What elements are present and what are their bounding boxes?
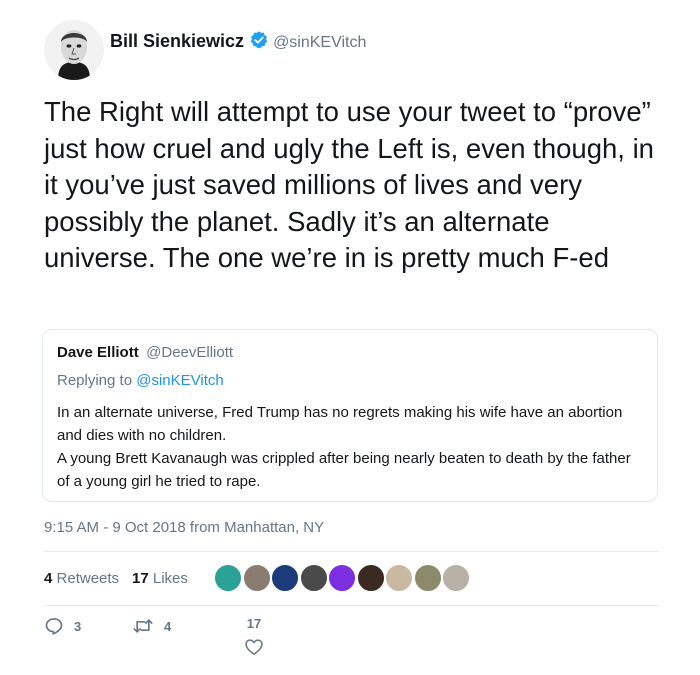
replying-to-mention[interactable]: @sinKEVitch — [136, 372, 224, 389]
likes-label: Likes — [152, 570, 188, 587]
divider — [44, 605, 658, 606]
quoted-display-name: Dave Elliott — [57, 344, 139, 361]
liker-avatar[interactable] — [328, 564, 356, 592]
quoted-handle: @DeevElliott — [146, 344, 234, 361]
heart-icon — [244, 637, 264, 657]
retweet-button[interactable]: 4 — [132, 616, 171, 636]
quoted-body-line: In an alternate universe, Fred Trump has… — [57, 404, 623, 444]
retweet-count: 4 — [164, 618, 172, 634]
like-count: 17 — [246, 616, 262, 631]
author-handle[interactable]: @sinKEVitch — [273, 34, 366, 51]
divider — [44, 551, 658, 552]
likes-count: 17 — [132, 570, 149, 587]
retweets-count: 4 — [44, 570, 53, 587]
author-names: Bill Sienkiewicz @sinKEVitch — [110, 30, 366, 55]
liker-avatar[interactable] — [214, 564, 242, 592]
tweet-text: The Right will attempt to use your tweet… — [44, 96, 654, 273]
liker-avatar[interactable] — [356, 564, 385, 592]
liker-avatar[interactable] — [299, 564, 328, 592]
likes-stat[interactable]: 17 Likes — [132, 570, 188, 587]
retweets-label: Retweets — [56, 570, 120, 587]
liker-avatar[interactable] — [385, 564, 413, 592]
like-button[interactable]: 17 — [244, 616, 264, 657]
liker-avatar[interactable] — [271, 564, 299, 592]
replying-to-prefix: Replying to — [57, 372, 137, 389]
quoted-body: In an alternate universe, Fred Trump has… — [57, 401, 643, 493]
quoted-tweet[interactable]: Dave Elliott @DeevElliott Replying to @s… — [42, 329, 658, 502]
tweet-timestamp[interactable]: 9:15 AM - 9 Oct 2018 from Manhattan, NY — [44, 519, 324, 536]
author-avatar[interactable] — [44, 20, 104, 80]
tweet-stats: 4 Retweets 17 Likes — [44, 563, 658, 595]
retweet-icon — [132, 616, 154, 636]
verified-badge-icon — [249, 30, 269, 55]
retweets-stat[interactable]: 4 Retweets — [44, 570, 119, 587]
author-portrait-icon — [44, 20, 104, 80]
author-display-name[interactable]: Bill Sienkiewicz — [110, 31, 244, 51]
liker-avatar[interactable] — [242, 564, 271, 592]
liker-avatar[interactable] — [413, 564, 442, 592]
reply-count: 3 — [74, 618, 82, 634]
quoted-author: Dave Elliott @DeevElliott — [57, 344, 643, 362]
quoted-body-line: A young Brett Kavanaugh was crippled aft… — [57, 450, 631, 490]
tweet-actions: 3 4 17 — [44, 616, 658, 672]
reply-icon — [44, 616, 64, 636]
quoted-replying-to: Replying to @sinKEVitch — [57, 372, 643, 389]
reply-button[interactable]: 3 — [44, 616, 81, 636]
liker-avatar[interactable] — [442, 564, 470, 592]
tweet-header: Bill Sienkiewicz @sinKEVitch — [44, 20, 664, 84]
